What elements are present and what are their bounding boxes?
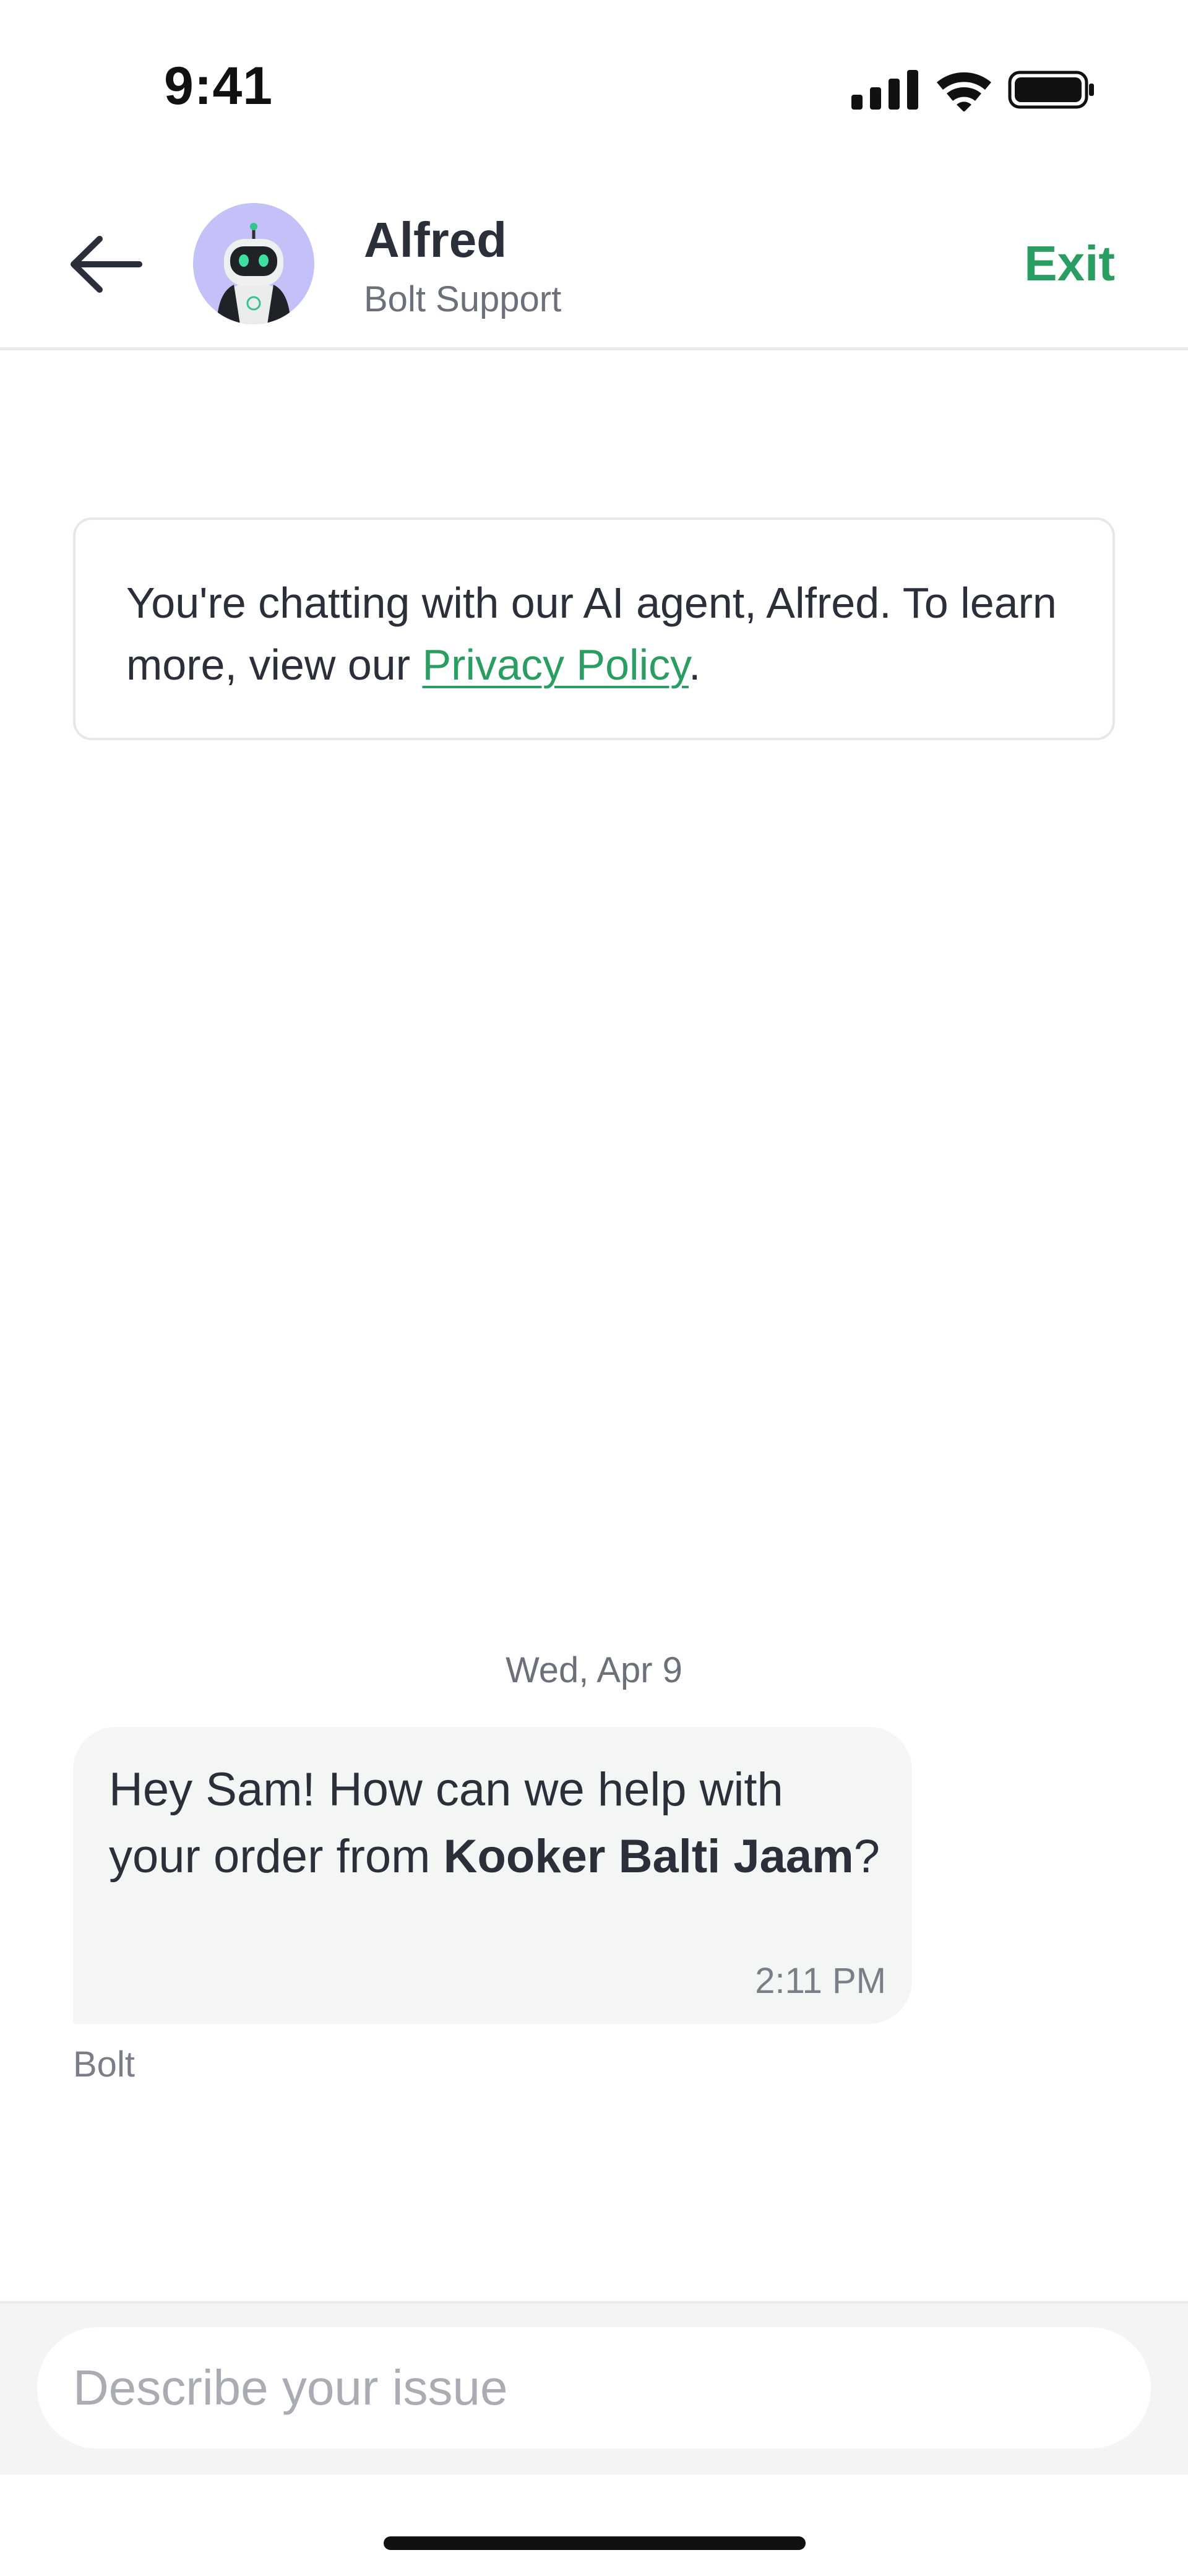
agent-subtitle: Bolt Support [364,279,562,319]
home-indicator[interactable] [384,2536,806,2550]
message-text: Hey Sam! How can we help with your order… [109,1757,887,1890]
status-icons [848,65,1095,112]
date-separator: Wed, Apr 9 [506,1650,682,1690]
composer-area [0,2301,1188,2474]
agent-avatar [193,203,314,324]
wifi-icon [937,72,991,112]
exit-button[interactable]: Exit [1024,235,1115,292]
back-button[interactable] [65,230,145,298]
status-bar: 9:41 [0,0,1188,173]
robot-avatar-icon [217,223,291,324]
battery-icon [1008,71,1094,109]
disclosure-text-end: . [688,641,701,689]
signal-wifi-battery-icons [851,70,1094,112]
message-sender: Bolt [73,2044,135,2085]
cellular-signal-icon [851,70,918,110]
chat-screen: 9:41 Alfred Bolt Support Exit You're cha… [0,0,1188,2576]
restaurant-name: Kooker Balti Jaam [443,1830,854,1883]
arrow-left-icon [71,236,142,293]
message-input[interactable] [37,2327,1151,2448]
incoming-message-bubble: Hey Sam! How can we help with your order… [73,1727,912,2024]
ai-disclosure-card: You're chatting with our AI agent, Alfre… [73,517,1115,740]
agent-name: Alfred [364,212,507,267]
status-time: 9:41 [164,56,273,116]
chat-header: Alfred Bolt Support Exit [0,173,1188,350]
message-timestamp: 2:11 PM [755,1961,886,2001]
message-text-end: ? [853,1830,880,1883]
privacy-policy-link[interactable]: Privacy Policy [422,641,688,689]
